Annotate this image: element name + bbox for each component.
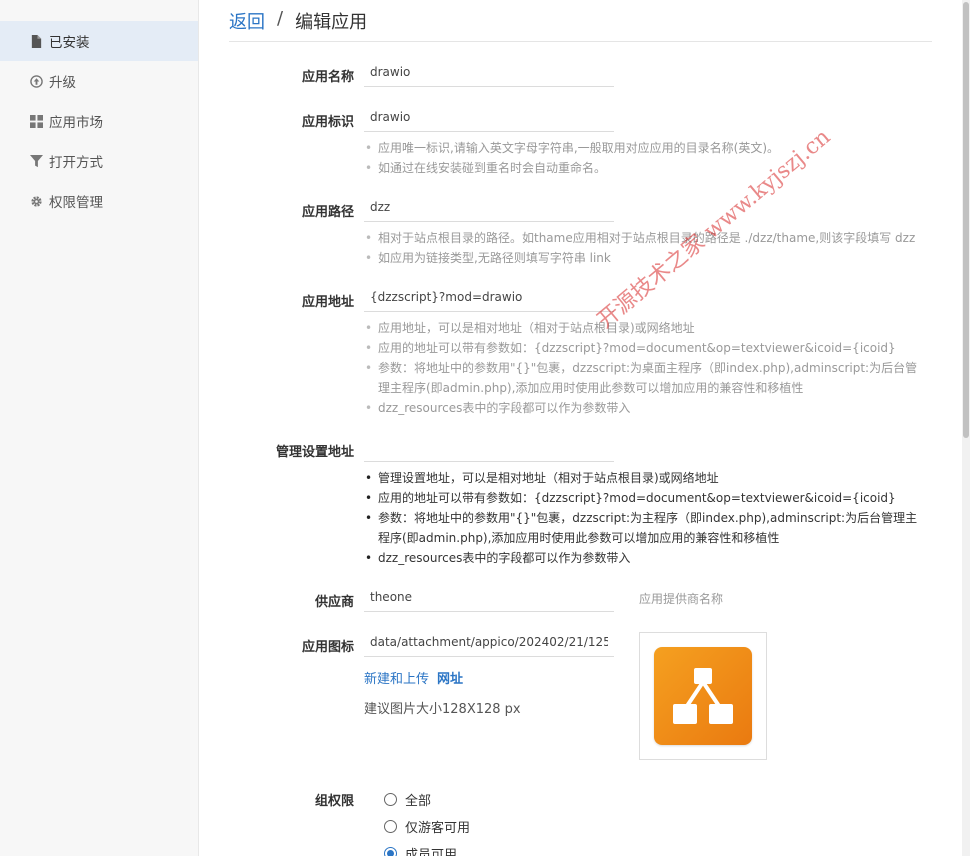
sidebar: 已安装 升级 应用市场 打开方式 权限管理: [0, 0, 199, 856]
radio-label: 全部: [405, 794, 432, 809]
arrow-up-circle-icon: [30, 74, 43, 88]
app-id-label: 应用标识: [301, 115, 354, 130]
radio-label: 仅游客可用: [405, 821, 471, 836]
radio-label: 成员可用: [405, 848, 458, 856]
filter-icon: [30, 154, 43, 168]
scrollbar-thumb[interactable]: [963, 2, 969, 438]
sidebar-item-label: 权限管理: [49, 195, 103, 211]
hint-item: 如通过在线安装碰到重名时会自动重命名。: [362, 158, 922, 178]
hint-item: 管理设置地址，可以是相对地址（相对于站点根目录)或网络地址: [362, 468, 922, 488]
admin-url-label: 管理设置地址: [275, 445, 354, 460]
admin-url-hints: 管理设置地址，可以是相对地址（相对于站点根目录)或网络地址 应用的地址可以带有参…: [362, 468, 922, 568]
vendor-label: 供应商: [314, 595, 354, 610]
file-icon: [30, 34, 43, 48]
radio-circle[interactable]: [384, 820, 397, 833]
radio-all[interactable]: 全部: [384, 790, 431, 809]
group-perm-label: 组权限: [314, 794, 354, 809]
sidebar-item-label: 升级: [49, 75, 76, 91]
hint-item: 应用的地址可以带有参数如：{dzzscript}?mod=document&op…: [362, 488, 922, 508]
sidebar-item-upgrade[interactable]: 升级: [0, 61, 198, 101]
web-url-link[interactable]: 网址: [437, 672, 463, 687]
hint-item: 应用地址，可以是相对地址（相对于站点根目录)或网络地址: [362, 318, 922, 338]
app-path-input[interactable]: [364, 192, 614, 222]
radio-circle[interactable]: [384, 793, 397, 806]
app-path-label: 应用路径: [301, 205, 354, 220]
radio-guest-only[interactable]: 仅游客可用: [384, 817, 470, 836]
page-title: 编辑应用: [295, 12, 368, 33]
app-id-input[interactable]: [364, 102, 614, 132]
app-id-hints: 应用唯一标识,请输入英文字母字符串,一般取用对应应用的目录名称(英文)。 如通过…: [362, 138, 922, 178]
radio-members[interactable]: 成员可用: [384, 844, 457, 856]
hint-item: 如应用为链接类型,无路径则填写字符串 link: [362, 248, 922, 268]
sidebar-item-label: 打开方式: [49, 155, 103, 171]
app-name-label: 应用名称: [301, 70, 354, 85]
app-icon-path-input[interactable]: [364, 627, 614, 657]
breadcrumb-separator: /: [277, 8, 284, 29]
vendor-hint: 应用提供商名称: [639, 592, 724, 606]
radio-circle-checked[interactable]: [384, 847, 397, 856]
gear-icon: [30, 195, 43, 208]
hint-item: dzz_resources表中的字段都可以作为参数带入: [362, 548, 922, 568]
vendor-input[interactable]: [364, 582, 614, 612]
scrollbar[interactable]: [962, 0, 970, 856]
breadcrumb: 返回 / 编辑应用: [229, 8, 932, 42]
hint-item: 应用唯一标识,请输入英文字母字符串,一般取用对应应用的目录名称(英文)。: [362, 138, 922, 158]
hint-item: dzz_resources表中的字段都可以作为参数带入: [362, 398, 922, 418]
grid-icon: [30, 114, 43, 128]
sidebar-item-permissions[interactable]: 权限管理: [0, 181, 198, 221]
drawio-app-icon: [654, 647, 752, 745]
sidebar-item-label: 已安装: [49, 35, 90, 51]
sidebar-item-installed[interactable]: 已安装: [0, 21, 198, 61]
app-url-input[interactable]: [364, 282, 614, 312]
hint-item: 参数：将地址中的参数用"{}"包裹，dzzscript:为桌面主程序（即inde…: [362, 358, 922, 398]
hint-item: 参数：将地址中的参数用"{}"包裹，dzzscript:为主程序（即index.…: [362, 508, 922, 548]
app-url-label: 应用地址: [301, 295, 354, 310]
app-path-hints: 相对于站点根目录的路径。如thame应用相对于站点根目录的路径是 ./dzz/t…: [362, 228, 922, 268]
sidebar-item-market[interactable]: 应用市场: [0, 101, 198, 141]
app-url-hints: 应用地址，可以是相对地址（相对于站点根目录)或网络地址 应用的地址可以带有参数如…: [362, 318, 922, 418]
back-link[interactable]: 返回: [229, 8, 265, 34]
icon-size-hint: 建议图片大小128X128 px: [364, 702, 521, 717]
hint-item: 相对于站点根目录的路径。如thame应用相对于站点根目录的路径是 ./dzz/t…: [362, 228, 922, 248]
app-name-input[interactable]: [364, 57, 614, 87]
main-panel: 返回 / 编辑应用 应用名称 应用标识 应用唯一标识,请输入英文字母字符串,一般…: [199, 0, 962, 856]
hint-item: 应用的地址可以带有参数如：{dzzscript}?mod=document&op…: [362, 338, 922, 358]
icon-upload-links: 新建和上传 网址: [364, 668, 463, 687]
admin-url-input[interactable]: [364, 432, 614, 462]
app-icon-label: 应用图标: [301, 640, 354, 655]
sidebar-item-label: 应用市场: [49, 115, 103, 131]
app-icon-preview[interactable]: [639, 632, 767, 760]
sidebar-item-open-method[interactable]: 打开方式: [0, 141, 198, 181]
upload-new-link[interactable]: 新建和上传: [364, 672, 429, 687]
